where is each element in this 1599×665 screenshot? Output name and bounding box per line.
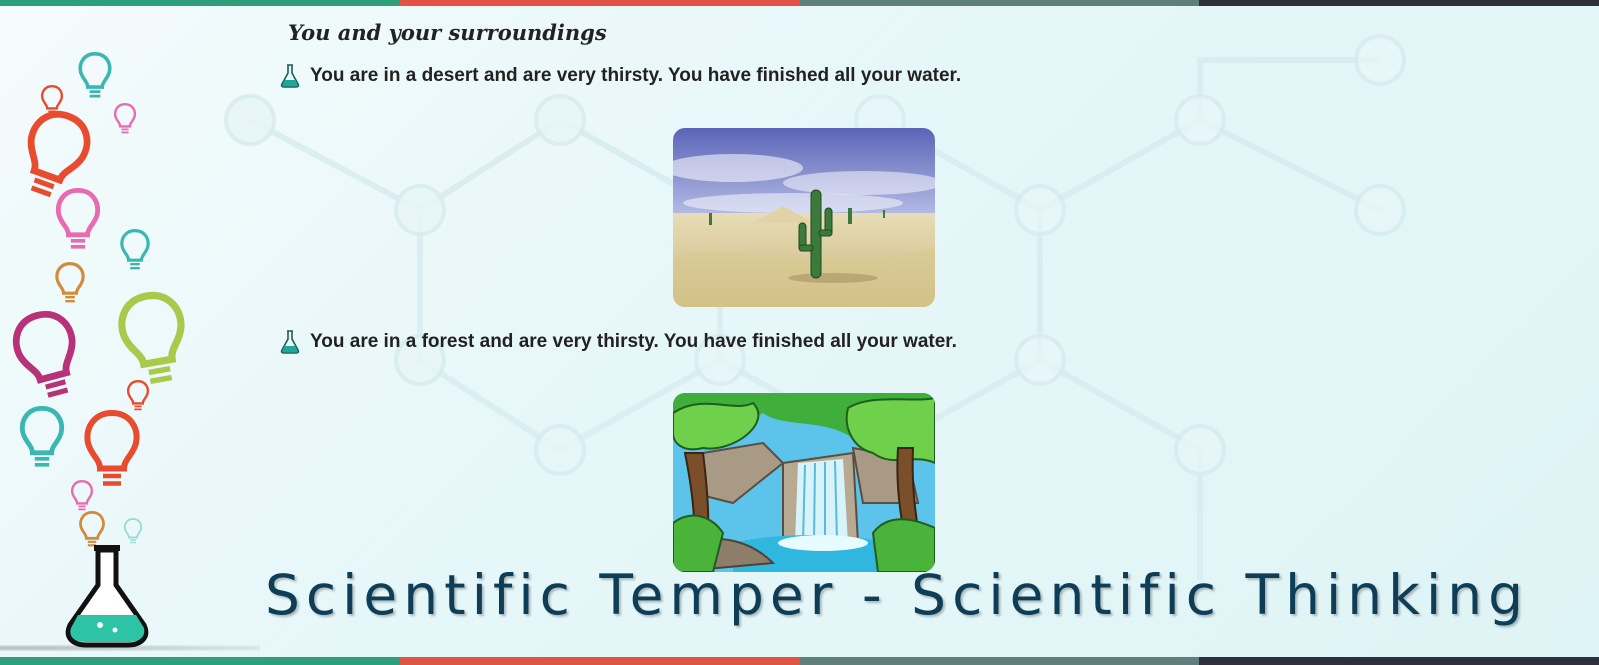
lightbulb-icon bbox=[15, 107, 95, 201]
lab-flask-icon bbox=[65, 545, 149, 648]
list-item: You are in a desert and are very thirsty… bbox=[280, 64, 961, 88]
lightbulb-icon bbox=[79, 511, 105, 547]
lightbulbs-decoration bbox=[0, 51, 200, 648]
list-item: You are in a forest and are very thirsty… bbox=[280, 330, 957, 354]
lightbulb-icon bbox=[123, 518, 143, 544]
lightbulb-icon bbox=[113, 102, 137, 134]
lightbulb-icon bbox=[117, 291, 190, 385]
item-text: You are in a desert and are very thirsty… bbox=[310, 65, 962, 86]
lightbulb-icon bbox=[78, 51, 112, 98]
forest-waterfall-image bbox=[673, 393, 935, 572]
flask-icon bbox=[280, 64, 300, 88]
lightbulb-icon bbox=[120, 229, 150, 270]
flask-icon bbox=[280, 330, 300, 354]
decorative-shadow bbox=[0, 645, 260, 651]
lightbulb-icon bbox=[126, 380, 150, 411]
footer-title: Scientific Temper - Scientific Thinking bbox=[265, 563, 1530, 627]
item-text: You are in a forest and are very thirsty… bbox=[310, 331, 957, 352]
desert-cactus-image bbox=[673, 128, 935, 307]
lightbulb-icon bbox=[40, 84, 64, 116]
lightbulb-icon bbox=[58, 190, 97, 246]
lightbulb-icon bbox=[10, 308, 84, 400]
lightbulb-icon bbox=[22, 408, 61, 464]
lightbulb-icon bbox=[55, 262, 85, 303]
section-title: You and your surroundings bbox=[288, 20, 607, 45]
lightbulb-icon bbox=[87, 413, 136, 484]
lightbulb-icon bbox=[70, 480, 94, 511]
